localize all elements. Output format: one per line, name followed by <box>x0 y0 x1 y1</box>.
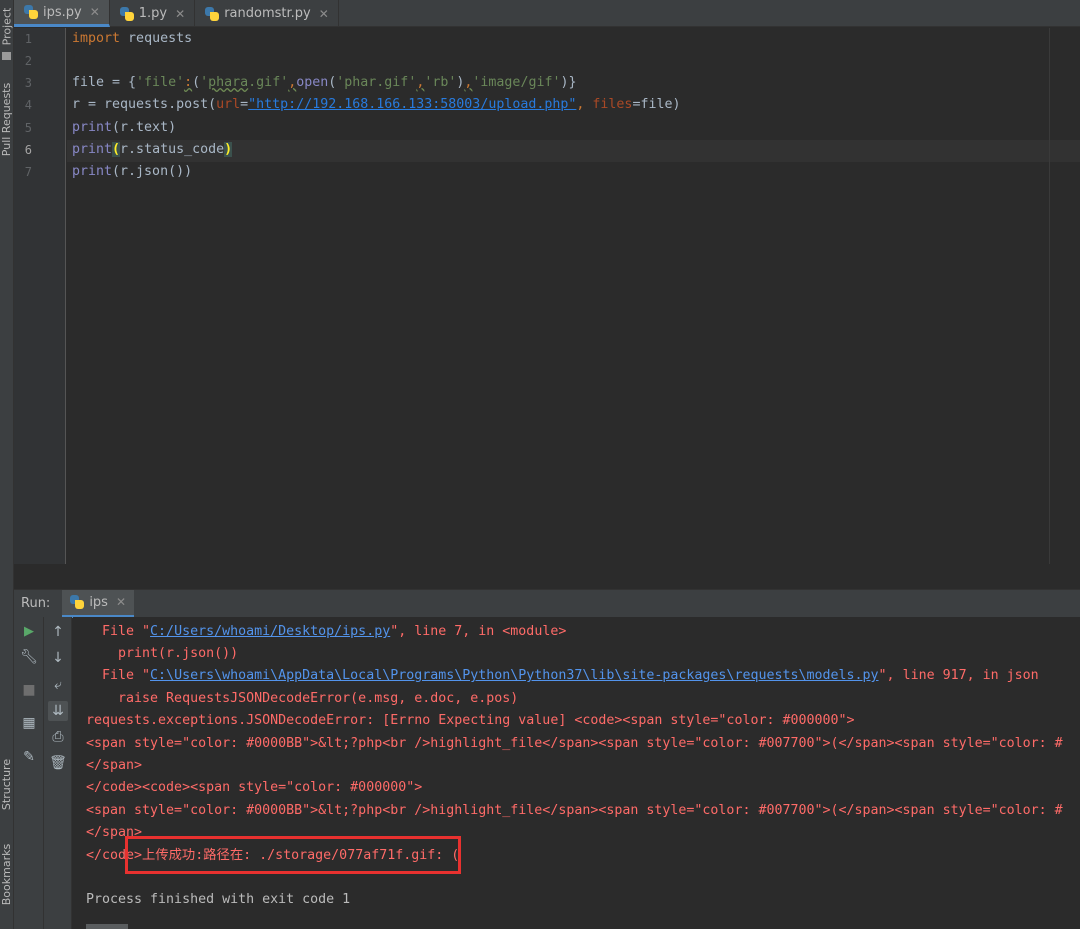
console-line: print(r.json()) <box>86 646 239 661</box>
close-icon[interactable]: ✕ <box>90 5 100 19</box>
tab-1-py[interactable]: 1.py ✕ <box>110 0 196 27</box>
down-arrow-icon[interactable]: ↓ <box>48 648 68 668</box>
run-toolbar-primary: ▶ 🔧︎ ■ ▦ ✎ <box>14 617 44 929</box>
line-number-gutter: 1 2 3 4 5 6 7 <box>14 28 66 564</box>
right-margin-guide <box>1049 28 1050 564</box>
file-link[interactable]: C:/Users/whoami/Desktop/ips.py <box>150 624 390 639</box>
python-file-icon <box>24 5 38 19</box>
line-number: 6 <box>24 143 32 157</box>
code-line-1: import requests <box>72 31 193 46</box>
line-number: 2 <box>24 54 32 68</box>
console-line: File "C:/Users/whoami/Desktop/ips.py", l… <box>86 624 567 639</box>
code-line-5: print(r.text) <box>72 120 177 135</box>
pin-icon[interactable]: ✎ <box>19 747 39 767</box>
console-line: <span style="color: #0000BB">&lt;?php<br… <box>86 736 1063 751</box>
editor-tab-bar: ips.py ✕ 1.py ✕ randomstr.py ✕ <box>14 0 1080 27</box>
run-label: Run: <box>21 596 51 611</box>
tab-randomstr-py[interactable]: randomstr.py ✕ <box>195 0 339 27</box>
line-number: 3 <box>24 76 32 90</box>
code-line-6: print(r.status_code) <box>72 142 233 157</box>
bookmarks-tool-tab[interactable]: Bookmarks <box>0 840 14 908</box>
code-line-3: file = {'file':('phara.gif',open('phar.g… <box>72 75 577 90</box>
console-output[interactable]: File "C:/Users/whoami/Desktop/ips.py", l… <box>73 617 1080 929</box>
url-string[interactable]: "http://192.168.166.133:58003/upload.php… <box>248 97 576 112</box>
close-icon[interactable]: ✕ <box>319 7 329 21</box>
close-icon[interactable]: ✕ <box>175 7 185 21</box>
line-number: 7 <box>24 165 32 179</box>
structure-tool-tab[interactable]: Structure <box>0 752 14 816</box>
horizontal-scrollbar[interactable] <box>86 924 128 929</box>
line-number: 1 <box>24 32 32 46</box>
stop-icon[interactable]: ■ <box>19 680 39 700</box>
console-line: raise RequestsJSONDecodeError(e.msg, e.d… <box>86 691 519 706</box>
python-file-icon <box>119 6 134 21</box>
scroll-to-end-icon[interactable]: ⇊ <box>48 701 68 721</box>
run-panel-header: Run: ips ✕ <box>14 589 1080 618</box>
folder-icon <box>2 52 11 60</box>
wrench-icon[interactable]: 🔧︎ <box>19 647 39 667</box>
run-tab-ips[interactable]: ips ✕ <box>62 589 135 618</box>
code-line-7: print(r.json()) <box>72 164 193 179</box>
layout-icon[interactable]: ▦ <box>19 713 39 733</box>
trash-icon[interactable]: 🗑︎ <box>48 753 68 773</box>
print-icon[interactable]: ⎙ <box>48 727 68 747</box>
console-line: </span> <box>86 758 143 773</box>
code-line-4: r = requests.post(url="http://192.168.16… <box>72 97 681 112</box>
line-number: 5 <box>24 121 32 135</box>
pull-requests-tool-tab[interactable]: Pull Requests <box>0 78 14 160</box>
soft-wrap-icon[interactable]: ⤶ <box>48 675 68 695</box>
run-toolbar-secondary: ↑ ↓ ⤶ ⇊ ⎙ 🗑︎ <box>44 617 72 929</box>
project-tool-tab[interactable]: Project <box>0 4 14 48</box>
console-line: requests.exceptions.JSONDecodeError: [Er… <box>86 713 855 728</box>
left-tool-strip: Project Pull Requests Structure Bookmark… <box>0 0 14 929</box>
line-number: 4 <box>24 98 32 112</box>
up-arrow-icon[interactable]: ↑ <box>48 622 68 642</box>
python-file-icon <box>70 595 85 609</box>
highlight-box <box>125 836 461 874</box>
close-icon[interactable]: ✕ <box>116 595 126 609</box>
tab-ips-py[interactable]: ips.py ✕ <box>14 0 110 27</box>
file-link[interactable]: C:\Users\whoami\AppData\Local\Programs\P… <box>150 668 879 683</box>
console-line: <span style="color: #0000BB">&lt;?php<br… <box>86 803 1063 818</box>
console-line: File "C:\Users\whoami\AppData\Local\Prog… <box>86 668 1039 683</box>
process-exit-line: Process finished with exit code 1 <box>86 892 351 907</box>
console-line: </code><code><span style="color: #000000… <box>86 780 423 795</box>
code-editor[interactable]: 1 2 3 4 5 6 7 import requests file = {'f… <box>14 28 1080 564</box>
run-icon[interactable]: ▶ <box>19 621 39 641</box>
python-file-icon <box>205 6 220 21</box>
